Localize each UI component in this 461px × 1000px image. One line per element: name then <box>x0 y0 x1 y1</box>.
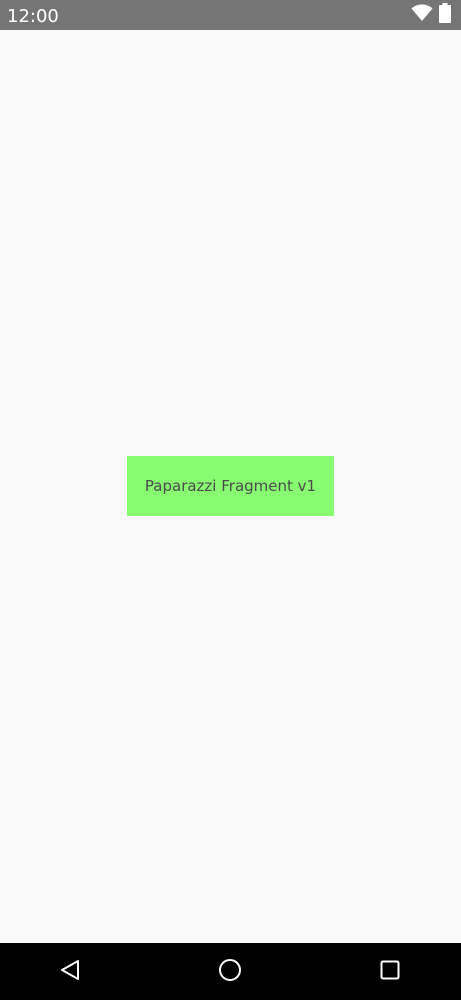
wifi-icon <box>411 4 433 26</box>
status-time: 12:00 <box>7 6 59 27</box>
status-icons <box>411 3 451 27</box>
back-button[interactable] <box>55 957 85 987</box>
phone-screen: 12:00 Paparazzi Fragment v1 <box>0 0 461 1000</box>
home-button[interactable] <box>215 957 245 987</box>
fragment-label: Paparazzi Fragment v1 <box>144 477 317 495</box>
status-bar: 12:00 <box>0 0 461 30</box>
battery-icon <box>439 3 451 27</box>
home-icon <box>218 958 242 986</box>
fragment-box: Paparazzi Fragment v1 <box>127 456 334 516</box>
recents-icon <box>380 960 400 984</box>
back-icon <box>59 959 81 985</box>
navigation-bar <box>0 943 461 1000</box>
app-content: Paparazzi Fragment v1 <box>0 30 461 943</box>
recents-button[interactable] <box>375 957 405 987</box>
